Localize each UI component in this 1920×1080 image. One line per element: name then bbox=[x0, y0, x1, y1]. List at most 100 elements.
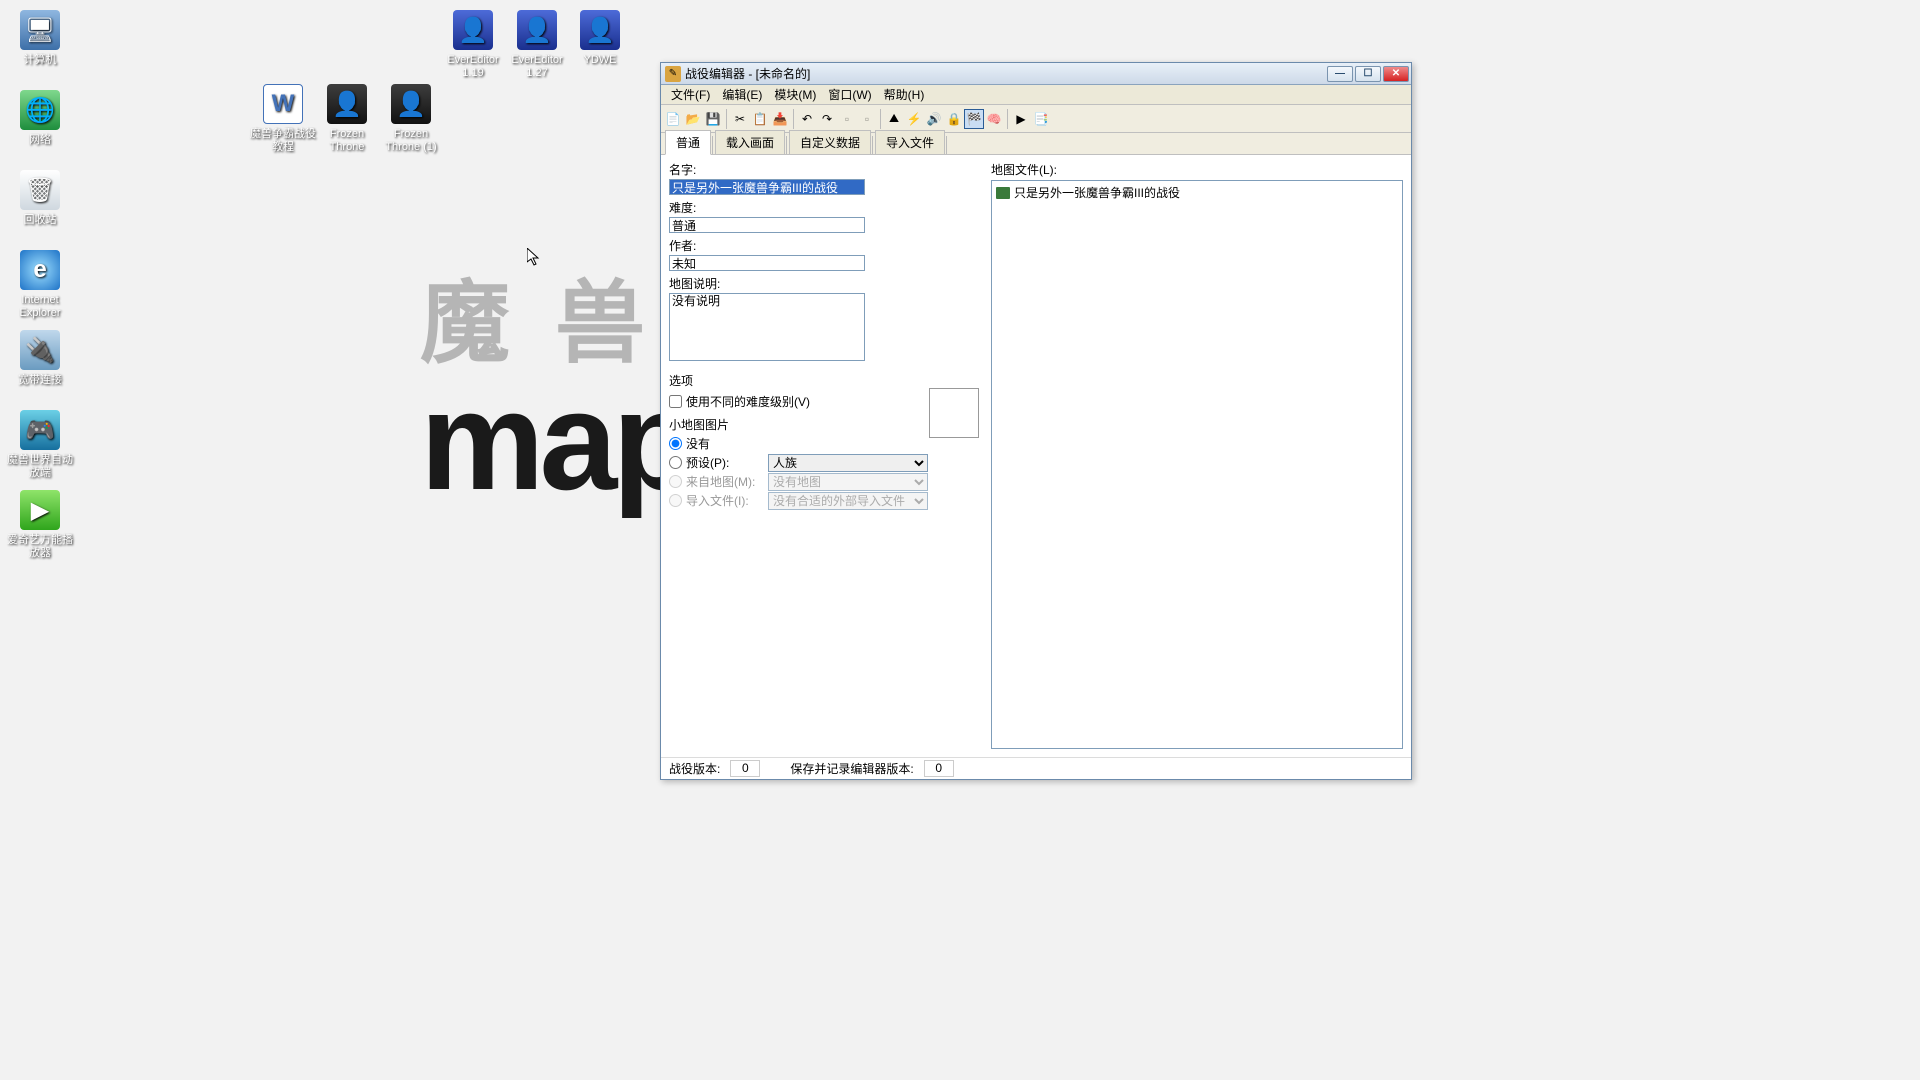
status-saved-value: 0 bbox=[924, 760, 954, 777]
broadband-icon: 🔌 bbox=[20, 330, 60, 370]
tb-object[interactable]: 🔒 bbox=[944, 109, 964, 129]
menu-help[interactable]: 帮助(H) bbox=[878, 84, 931, 105]
tb-sep bbox=[1007, 109, 1008, 129]
desktop-icon-iqiyi[interactable]: ▶ 爱奇艺万能播放器 bbox=[5, 490, 75, 560]
titlebar[interactable]: ✎ 战役编辑器 - [未命名的] — ☐ ✕ bbox=[661, 63, 1411, 85]
menu-window[interactable]: 窗口(W) bbox=[822, 84, 877, 105]
label-difficulty: 难度: bbox=[669, 199, 979, 216]
radio-none-label: 没有 bbox=[686, 435, 764, 452]
tb-ai[interactable]: 🧠 bbox=[984, 109, 1004, 129]
desktop-icon-network[interactable]: 🌐 网络 bbox=[5, 90, 75, 147]
ft1-icon: 👤 bbox=[327, 84, 367, 124]
tb-sep bbox=[793, 109, 794, 129]
desktop-icon-computer[interactable]: 🖥 计算机 bbox=[5, 10, 75, 67]
desktop-icon-ie[interactable]: e Internet Explorer bbox=[5, 250, 75, 320]
tb-new[interactable]: 📄 bbox=[663, 109, 683, 129]
from-map-select: 没有地图 bbox=[768, 473, 928, 491]
menu-edit[interactable]: 编辑(E) bbox=[716, 84, 768, 105]
desktop-icon-ft1[interactable]: 👤 Frozen Throne bbox=[312, 84, 382, 154]
desktop-icon-ee119[interactable]: 👤 EverEditor 1.19 bbox=[438, 10, 508, 80]
tb-trigger[interactable]: ⚡ bbox=[904, 109, 924, 129]
desktop-icon-ydwe[interactable]: 👤 YDWE bbox=[565, 10, 635, 67]
network-icon: 🌐 bbox=[20, 90, 60, 130]
desktop-icon-ft2[interactable]: 👤 Frozen Throne (1) bbox=[376, 84, 446, 154]
tb-redo[interactable]: ↷ bbox=[817, 109, 837, 129]
tb-cut[interactable]: ✂ bbox=[730, 109, 750, 129]
tb-paste[interactable]: 📥 bbox=[770, 109, 790, 129]
tab-import[interactable]: 导入文件 bbox=[875, 130, 945, 154]
iqiyi-icon: ▶ bbox=[20, 490, 60, 530]
tb-sound[interactable]: 🔊 bbox=[924, 109, 944, 129]
tb-extra[interactable]: 📑 bbox=[1031, 109, 1051, 129]
ft2-icon: 👤 bbox=[391, 84, 431, 124]
tb-campaign[interactable]: 🏁 bbox=[964, 109, 984, 129]
recycle-icon: 🗑 bbox=[20, 170, 60, 210]
list-item[interactable]: 只是另外一张魔兽争霸III的战役 bbox=[994, 183, 1400, 202]
import-file-select: 没有合适的外部导入文件 bbox=[768, 492, 928, 510]
toolbar: 📄 📂 💾 ✂ 📋 📥 ↶ ↷ ▫ ▫ ⛰ ⚡ 🔊 🔒 🏁 🧠 ▶ 📑 bbox=[661, 105, 1411, 133]
radio-from-map bbox=[669, 475, 682, 488]
form-column: 名字: 难度: 作者: 地图说明: 没有说明 选项 使用不同的难度级别(V) bbox=[669, 161, 979, 757]
radio-import-file bbox=[669, 494, 682, 507]
status-version-label: 战役版本: bbox=[669, 760, 720, 777]
author-input[interactable] bbox=[669, 255, 865, 271]
desktop-icon-recycle[interactable]: 🗑 回收站 bbox=[5, 170, 75, 227]
label-map-desc: 地图说明: bbox=[669, 275, 979, 292]
map-desc-input[interactable]: 没有说明 bbox=[669, 293, 865, 361]
menu-file[interactable]: 文件(F) bbox=[665, 84, 716, 105]
label-name: 名字: bbox=[669, 161, 979, 178]
radio-preset-label: 预设(P): bbox=[686, 454, 764, 471]
tb-save[interactable]: 💾 bbox=[703, 109, 723, 129]
tb-history-2[interactable]: ▫ bbox=[857, 109, 877, 129]
tb-open[interactable]: 📂 bbox=[683, 109, 703, 129]
minimize-button[interactable]: — bbox=[1327, 66, 1353, 82]
tb-sep bbox=[726, 109, 727, 129]
tb-sep bbox=[880, 109, 881, 129]
label-author: 作者: bbox=[669, 237, 979, 254]
label-options: 选项 bbox=[669, 372, 979, 389]
ydwe-icon: 👤 bbox=[580, 10, 620, 50]
maximize-button[interactable]: ☐ bbox=[1355, 66, 1381, 82]
app-icon: ✎ bbox=[665, 66, 681, 82]
tabbar: 普通 载入画面 自定义数据 导入文件 bbox=[661, 133, 1411, 155]
minimap-preview bbox=[929, 388, 979, 438]
radio-from-map-label: 来自地图(M): bbox=[686, 473, 764, 490]
radio-none[interactable] bbox=[669, 437, 682, 450]
ee119-icon: 👤 bbox=[453, 10, 493, 50]
menubar: 文件(F) 编辑(E) 模块(M) 窗口(W) 帮助(H) bbox=[661, 85, 1411, 105]
tab-custom[interactable]: 自定义数据 bbox=[789, 130, 871, 154]
map-file-list[interactable]: 只是另外一张魔兽争霸III的战役 bbox=[991, 180, 1403, 749]
preset-select[interactable]: 人族 bbox=[768, 454, 928, 472]
word-icon: W bbox=[263, 84, 303, 124]
close-button[interactable]: ✕ bbox=[1383, 66, 1409, 82]
tab-load[interactable]: 载入画面 bbox=[715, 130, 785, 154]
list-item-label: 只是另外一张魔兽争霸III的战役 bbox=[1014, 184, 1180, 201]
tb-test[interactable]: ▶ bbox=[1011, 109, 1031, 129]
radio-preset[interactable] bbox=[669, 456, 682, 469]
list-column: 地图文件(L): 只是另外一张魔兽争霸III的战役 bbox=[991, 161, 1403, 757]
statusbar: 战役版本: 0 保存并记录编辑器版本: 0 bbox=[661, 757, 1411, 779]
var-difficulty-checkbox[interactable] bbox=[669, 395, 682, 408]
radio-import-file-label: 导入文件(I): bbox=[686, 492, 764, 509]
ie-icon: e bbox=[20, 250, 60, 290]
var-difficulty-label: 使用不同的难度级别(V) bbox=[686, 393, 810, 410]
desktop-icon-game-launch[interactable]: 🎮 魔兽世界自动放端 bbox=[5, 410, 75, 480]
window-title: 战役编辑器 - [未命名的] bbox=[685, 65, 1325, 82]
ee227-icon: 👤 bbox=[517, 10, 557, 50]
tab-general[interactable]: 普通 bbox=[665, 130, 711, 155]
tb-undo[interactable]: ↶ bbox=[797, 109, 817, 129]
difficulty-input[interactable] bbox=[669, 217, 865, 233]
map-file-icon bbox=[996, 187, 1010, 199]
label-map-files: 地图文件(L): bbox=[991, 161, 1403, 178]
desktop-icon-broadband[interactable]: 🔌 宽带连接 bbox=[5, 330, 75, 387]
desktop-icon-ee227[interactable]: 👤 EverEditor 1.27 bbox=[502, 10, 572, 80]
app-window: ✎ 战役编辑器 - [未命名的] — ☐ ✕ 文件(F) 编辑(E) 模块(M)… bbox=[660, 62, 1412, 780]
desktop-icon-tutorial[interactable]: W 魔兽争霸战役教程 bbox=[248, 84, 318, 154]
tb-copy[interactable]: 📋 bbox=[750, 109, 770, 129]
content: 名字: 难度: 作者: 地图说明: 没有说明 选项 使用不同的难度级别(V) bbox=[661, 155, 1411, 757]
name-input[interactable] bbox=[669, 179, 865, 195]
status-saved-label: 保存并记录编辑器版本: bbox=[790, 760, 913, 777]
tb-history-1[interactable]: ▫ bbox=[837, 109, 857, 129]
menu-modules[interactable]: 模块(M) bbox=[768, 84, 822, 105]
tb-terrain[interactable]: ⛰ bbox=[884, 109, 904, 129]
